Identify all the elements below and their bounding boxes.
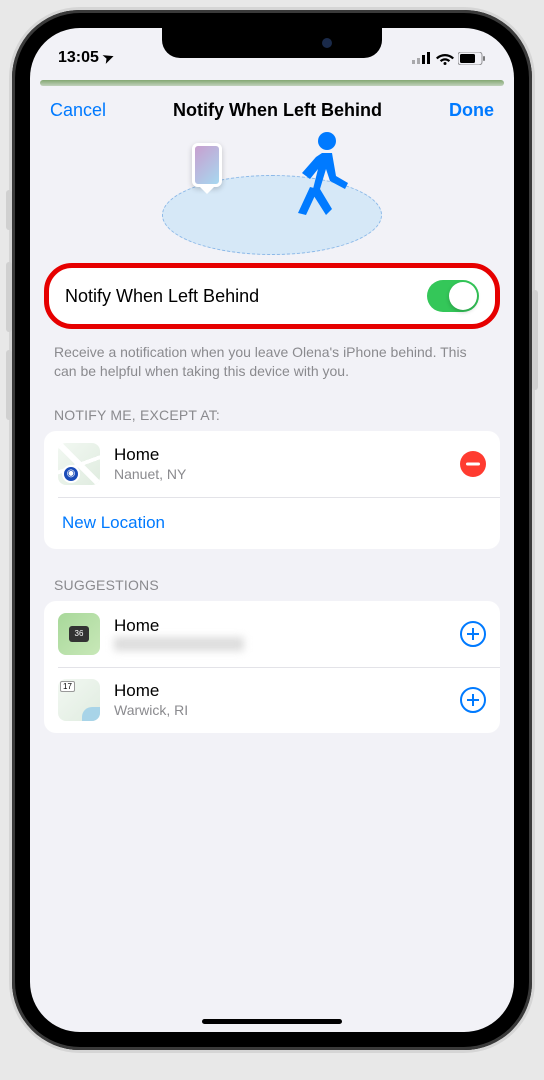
location-title: Home [114,616,446,636]
cancel-button[interactable]: Cancel [50,100,106,121]
except-location-row[interactable]: ◉ Home Nanuet, NY [44,431,500,497]
location-title: Home [114,445,446,465]
done-button[interactable]: Done [449,100,494,121]
location-subtitle: Warwick, RI [114,702,446,718]
suggestions-section-header: SUGGESTIONS [30,567,514,601]
add-location-button[interactable] [460,621,486,647]
location-title: Home [114,681,446,701]
status-right [412,52,486,65]
new-location-button[interactable]: New Location [44,497,500,549]
phone-frame: 13:05 ➤ [12,10,532,1050]
screen: 13:05 ➤ [30,28,514,1032]
map-thumbnail-icon: 17 [58,679,100,721]
notify-toggle-label: Notify When Left Behind [65,286,259,307]
location-icon: ➤ [101,49,117,68]
route-badge-icon: 36 [69,626,89,642]
location-subtitle-redacted [114,637,244,651]
side-button [6,190,12,230]
battery-icon [458,52,486,65]
nav-title: Notify When Left Behind [173,100,382,121]
suggestion-row[interactable]: 17 Home Warwick, RI [44,667,500,733]
except-list: ◉ Home Nanuet, NY New Location [44,431,500,549]
map-thumbnail-icon: 36 [58,613,100,655]
map-thumbnail-icon: ◉ [58,443,100,485]
home-indicator[interactable] [202,1019,342,1024]
location-subtitle: Nanuet, NY [114,466,446,482]
device-icon [192,143,222,187]
except-section-header: NOTIFY ME, EXCEPT AT: [30,397,514,431]
status-time: 13:05 [58,49,99,67]
add-location-button[interactable] [460,687,486,713]
notify-toggle[interactable] [427,280,479,312]
status-left: 13:05 ➤ [58,49,114,67]
suggestions-list: 36 Home 17 Home Warwick, RI [44,601,500,733]
illustration [30,133,514,253]
route-badge-icon: 17 [60,681,75,692]
remove-location-button[interactable] [460,451,486,477]
nav-bar: Cancel Notify When Left Behind Done [30,86,514,133]
suggestion-row[interactable]: 36 Home [44,601,500,667]
cellular-icon [412,52,432,64]
volume-up-button [6,262,12,332]
wifi-icon [436,52,454,65]
volume-down-button [6,350,12,420]
notch [162,28,382,58]
location-marker-icon: ◉ [62,465,80,483]
power-button [532,290,538,390]
notify-toggle-row: Notify When Left Behind [44,263,500,329]
person-walking-icon [292,131,352,221]
helper-text: Receive a notification when you leave Ol… [30,337,514,397]
